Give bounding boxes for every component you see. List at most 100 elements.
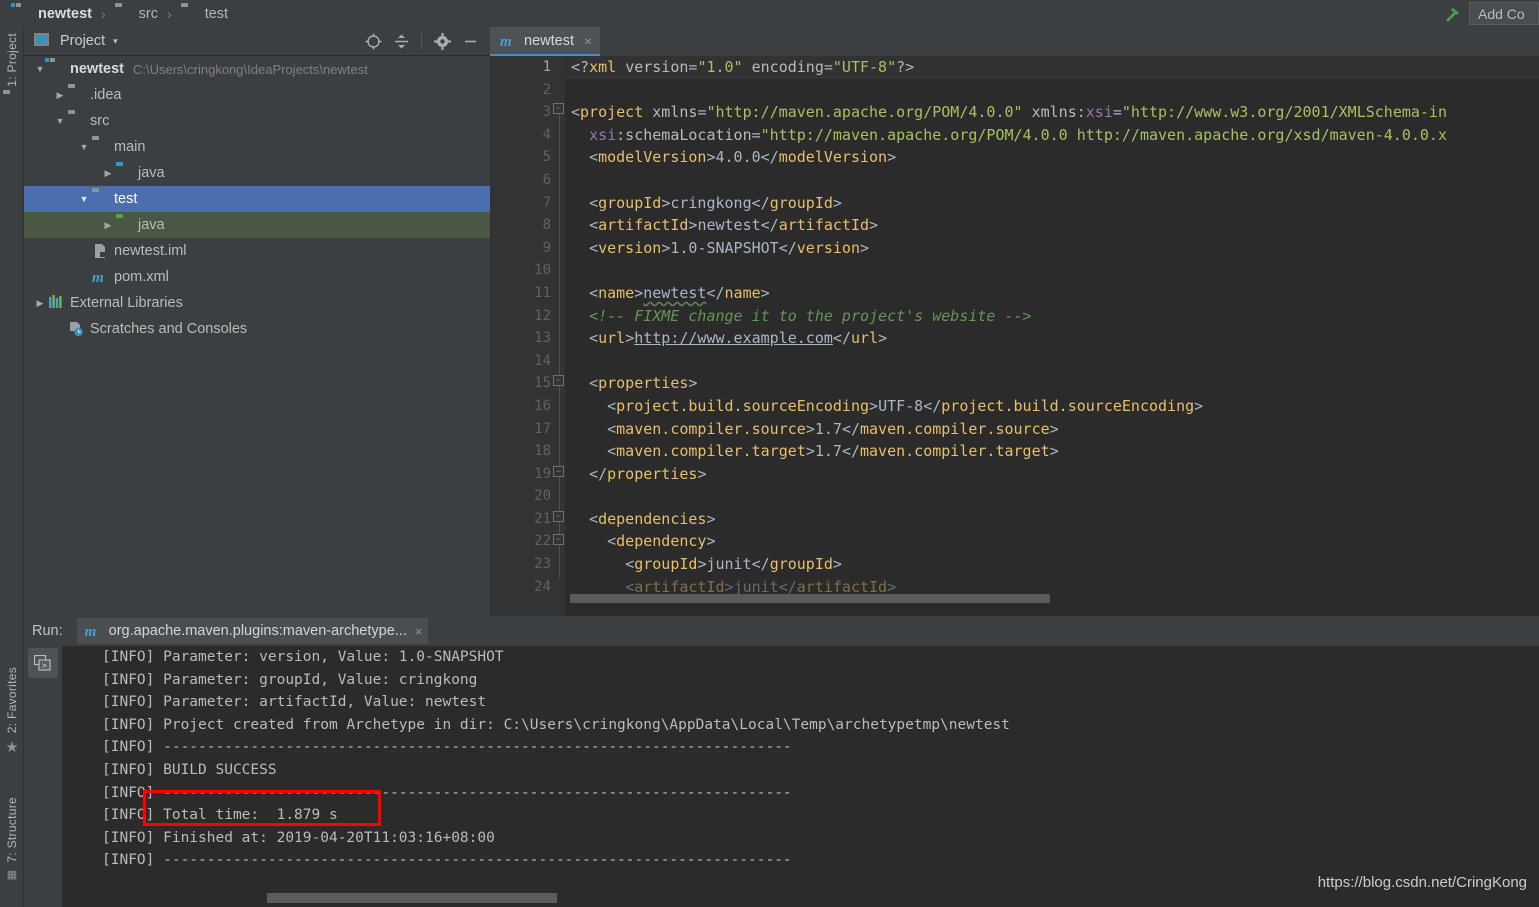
tree-row-label: java	[138, 217, 165, 233]
show-console-icon[interactable]: >	[28, 648, 58, 678]
fold-marker-dependency[interactable]: −	[553, 534, 564, 545]
breadcrumb-separator: ›	[98, 6, 109, 22]
console-output[interactable]: [INFO] Parameter: version, Value: 1.0-SN…	[62, 646, 1539, 907]
code-line: <maven.compiler.target>1.7</maven.compil…	[565, 440, 1539, 463]
iml-file-icon	[92, 243, 110, 259]
tree-row-test-java[interactable]: ▶ java	[24, 212, 490, 238]
console-line: [INFO] ---------------------------------…	[62, 782, 1539, 805]
sidebar-item-label: 7: Structure	[5, 797, 19, 863]
chevron-right-icon[interactable]: ▶	[52, 90, 68, 101]
watermark-text: https://blog.csdn.net/CringKong	[1318, 874, 1527, 891]
code-line	[565, 79, 1539, 102]
code-line: <maven.compiler.source>1.7</maven.compil…	[565, 418, 1539, 441]
tree-row-label: main	[114, 139, 145, 155]
console-line: [INFO] Parameter: groupId, Value: cringk…	[62, 669, 1539, 692]
chevron-right-icon[interactable]: ▶	[100, 168, 116, 179]
left-tool-strip: 1: Project 2: Favorites ★ 7: Structure ▦	[0, 27, 24, 907]
add-configuration-button[interactable]: Add Co	[1469, 2, 1539, 25]
folder-icon	[92, 139, 110, 155]
fold-marker-properties-open[interactable]: −	[553, 375, 564, 386]
console-line: [INFO] Project created from Archetype in…	[62, 714, 1539, 737]
sidebar-item-structure[interactable]: 7: Structure ▦	[0, 797, 24, 881]
breadcrumb: newtest › src › test	[0, 6, 232, 22]
hide-panel-icon[interactable]	[456, 28, 484, 54]
breadcrumb-label: src	[139, 6, 158, 22]
folder-icon	[68, 113, 86, 129]
console-horizontal-scrollbar[interactable]	[267, 893, 557, 903]
chevron-down-icon[interactable]: ▾	[113, 36, 118, 47]
fold-marker-project[interactable]: −	[553, 103, 564, 114]
ide-window: newtest › src › test Add Co	[0, 0, 1539, 907]
breadcrumb-label: newtest	[38, 6, 92, 22]
tree-row-src[interactable]: ▼ src	[24, 108, 490, 134]
run-tab[interactable]: m org.apache.maven.plugins:maven-archety…	[77, 618, 429, 644]
tree-row-label: .idea	[90, 87, 121, 103]
chevron-right-icon[interactable]: ▶	[100, 220, 116, 231]
tree-row-main-java[interactable]: ▶ java	[24, 160, 490, 186]
code-editor[interactable]: 1 2 3 4 5 6 7 8 9 10 11 12 13 14 15 16 1…	[490, 56, 1539, 616]
hammer-icon[interactable]	[1435, 0, 1469, 27]
tree-row-newtest[interactable]: ▼ newtest C:\Users\cringkong\IdeaProject…	[24, 56, 490, 82]
tree-row-external-libraries[interactable]: ▶ External Libraries	[24, 290, 490, 316]
chevron-down-icon[interactable]: ▼	[76, 194, 92, 204]
collapse-all-icon[interactable]	[387, 28, 415, 54]
gear-icon[interactable]	[428, 28, 456, 54]
top-bar: newtest › src › test Add Co	[0, 0, 1539, 27]
libraries-icon	[48, 295, 66, 311]
breadcrumb-item-test[interactable]: test	[177, 6, 232, 22]
maven-file-icon: m	[85, 623, 103, 639]
fold-marker-properties-close[interactable]: −	[553, 466, 564, 477]
module-folder-icon	[48, 61, 66, 77]
breadcrumb-item-src[interactable]: src	[111, 6, 162, 22]
code-line: <properties>	[565, 372, 1539, 395]
tree-row-label: newtest	[70, 61, 124, 77]
locate-icon[interactable]	[359, 28, 387, 54]
chevron-down-icon[interactable]: ▼	[52, 116, 68, 126]
tree-row-newtest-iml[interactable]: newtest.iml	[24, 238, 490, 264]
code-line: <artifactId>newtest</artifactId>	[565, 214, 1539, 237]
code-line: xsi:schemaLocation="http://maven.apache.…	[565, 124, 1539, 147]
close-icon[interactable]: ×	[415, 624, 423, 639]
tree-row-main[interactable]: ▼ main	[24, 134, 490, 160]
folder-blue-icon	[116, 165, 134, 181]
code-line: <groupId>junit</groupId>	[565, 553, 1539, 576]
chevron-right-icon[interactable]: ▶	[32, 298, 48, 309]
tree-row-label: Scratches and Consoles	[90, 321, 247, 337]
run-tool-window: Run: m org.apache.maven.plugins:maven-ar…	[24, 616, 1539, 907]
breadcrumb-item-newtest[interactable]: newtest	[10, 6, 96, 22]
maven-file-icon: m	[500, 33, 518, 49]
editor-horizontal-scrollbar[interactable]	[570, 594, 1539, 603]
sidebar-item-favorites[interactable]: 2: Favorites ★	[0, 667, 24, 756]
fold-marker-dependencies[interactable]: −	[553, 511, 564, 522]
run-tab-label: org.apache.maven.plugins:maven-archetype…	[109, 623, 407, 639]
close-icon[interactable]: ×	[584, 33, 592, 49]
code-line	[565, 169, 1539, 192]
console-line: [INFO] ---------------------------------…	[62, 736, 1539, 759]
breadcrumb-separator: ›	[164, 6, 175, 22]
editor-tab-newtest[interactable]: m newtest ×	[490, 27, 600, 56]
module-folder-icon	[14, 6, 32, 22]
code-line	[565, 350, 1539, 373]
tree-row-scratches-and-consoles[interactable]: Scratches and Consoles	[24, 316, 490, 342]
run-panel-header: Run: m org.apache.maven.plugins:maven-ar…	[24, 616, 1539, 646]
scrollbar-thumb[interactable]	[570, 594, 1050, 603]
tree-row-label: src	[90, 113, 109, 129]
project-tree[interactable]: ▼ newtest C:\Users\cringkong\IdeaProject…	[24, 56, 490, 616]
editor-area: m newtest × 1 2 3 4 5 6 7 8 9 10 11 12 1…	[490, 27, 1539, 616]
console-line: [INFO] Finished at: 2019-04-20T11:03:16+…	[62, 827, 1539, 850]
code-line: <version>1.0-SNAPSHOT</version>	[565, 237, 1539, 260]
code-text[interactable]: <?xml version="1.0" encoding="UTF-8"?> <…	[565, 56, 1539, 616]
console-line: [INFO] ---------------------------------…	[62, 849, 1539, 872]
folder-green-icon	[116, 217, 134, 233]
folder-icon	[181, 6, 199, 22]
chevron-down-icon[interactable]: ▼	[32, 64, 48, 74]
code-line: <url>http://www.example.com</url>	[565, 327, 1539, 350]
code-line: <!-- FIXME change it to the project's we…	[565, 305, 1539, 328]
tree-row-idea[interactable]: ▶ .idea	[24, 82, 490, 108]
chevron-down-icon[interactable]: ▼	[76, 142, 92, 152]
editor-gutter[interactable]: 1 2 3 4 5 6 7 8 9 10 11 12 13 14 15 16 1…	[490, 56, 565, 616]
tree-row-label: External Libraries	[70, 295, 183, 311]
tree-row-test[interactable]: ▼ test	[24, 186, 490, 212]
tree-row-pom-xml[interactable]: m pom.xml	[24, 264, 490, 290]
sidebar-item-project[interactable]: 1: Project	[0, 33, 24, 111]
